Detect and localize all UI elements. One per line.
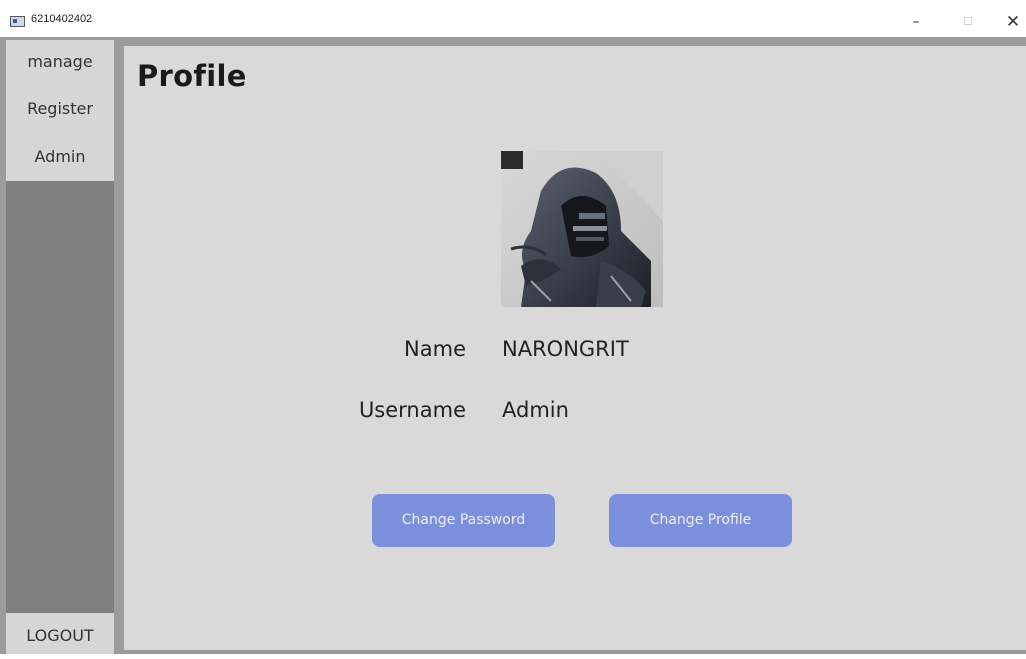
name-label: Name — [404, 337, 466, 361]
name-value: NARONGRIT — [502, 337, 629, 361]
profile-panel: Profile Name NARONGRIT Username Admin Ch… — [124, 46, 1026, 650]
app-icon — [10, 16, 25, 27]
title-bar: 6210402402 – ☐ ✕ — [0, 0, 1026, 37]
logout-button[interactable]: LOGOUT — [6, 613, 114, 654]
change-password-button[interactable]: Change Password — [372, 494, 555, 547]
window-title: 6210402402 — [31, 13, 93, 25]
avatar — [501, 151, 663, 307]
sidebar-item-admin[interactable]: Admin — [6, 135, 114, 179]
sidebar-nav: manage Register Admin — [6, 40, 114, 181]
change-profile-button[interactable]: Change Profile — [609, 494, 792, 547]
username-value: Admin — [502, 398, 569, 422]
sidebar: manage Register Admin LOGOUT — [6, 40, 114, 654]
maximize-button[interactable]: ☐ — [950, 7, 986, 37]
hooded-figure-avatar-icon — [501, 151, 663, 307]
sidebar-item-register[interactable]: Register — [6, 87, 114, 131]
sidebar-item-manage[interactable]: manage — [6, 40, 114, 84]
close-button[interactable]: ✕ — [995, 7, 1026, 37]
page-title: Profile — [137, 59, 247, 93]
minimize-button[interactable]: – — [898, 7, 934, 37]
username-label: Username — [358, 398, 466, 422]
